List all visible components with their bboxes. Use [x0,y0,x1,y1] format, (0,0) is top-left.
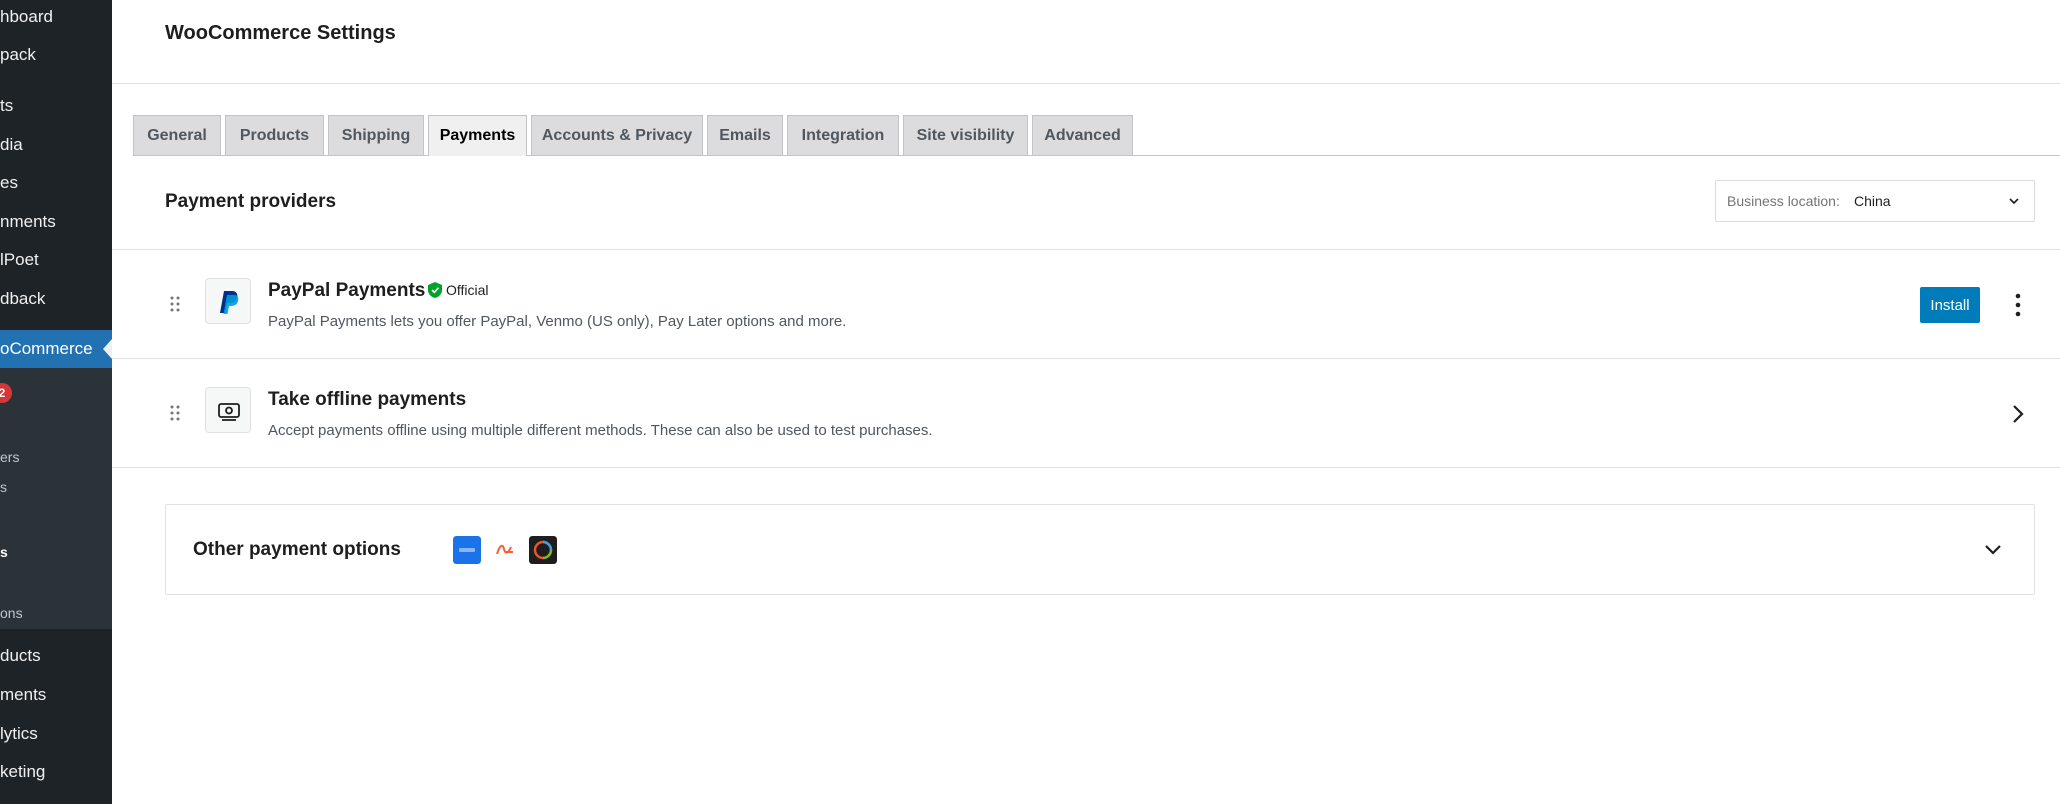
payment-provider-logo-ring-icon [529,536,557,564]
tab-payments[interactable]: Payments [428,115,527,156]
submenu-background [0,367,112,629]
offline-payments-logo [205,387,251,433]
payment-provider-logo-orange-icon [491,536,519,564]
settings-tabs: General Products Shipping Payments Accou… [133,115,2060,156]
sidebar-item-analytics[interactable]: lytics [0,723,112,745]
tab-accounts-privacy[interactable]: Accounts & Privacy [531,115,703,155]
tab-integration[interactable]: Integration [787,115,899,155]
business-location-select[interactable]: Business location: China [1715,180,2035,222]
more-options-icon[interactable] [2010,291,2026,319]
chevron-down-icon [2009,198,2019,205]
tab-site-visibility[interactable]: Site visibility [903,115,1028,155]
drag-handle-icon[interactable] [169,404,181,422]
tab-emails[interactable]: Emails [707,115,783,155]
tab-general[interactable]: General [133,115,221,155]
sidebar-item-feedback[interactable]: dback [0,288,112,310]
tab-products[interactable]: Products [225,115,324,155]
sidebar-item-comments[interactable]: nments [0,211,112,233]
paypal-provider-row: PayPal Payments Official PayPal Payments… [112,251,2060,359]
other-payment-options-title: Other payment options [193,539,401,560]
offline-payments-row[interactable]: Take offline payments Accept payments of… [112,360,2060,468]
sidebar-item-pages[interactable]: es [0,172,112,194]
other-payment-options[interactable]: Other payment options [165,504,2035,595]
offline-payments-description: Accept payments offline using multiple d… [268,422,933,439]
page-header: WooCommerce Settings [112,0,2060,84]
chevron-down-icon[interactable] [1982,539,2004,561]
business-location-label: Business location: [1727,193,1840,209]
cash-icon [218,403,240,421]
sidebar-item-jetpack[interactable]: pack [0,44,112,66]
official-badge-label: Official [446,282,489,298]
payment-provider-logo-blue-icon [453,536,481,564]
admin-sidebar: hboard pack ts dia es nments lPoet dback… [0,0,112,804]
sidebar-item-marketing[interactable]: keting [0,761,112,783]
sidebar-subitem-extensions[interactable]: ons [0,602,112,624]
drag-handle-icon[interactable] [169,295,181,313]
page-title: WooCommerce Settings [165,22,396,44]
sidebar-item-payments[interactable]: ments [0,684,112,706]
shield-check-icon [428,282,442,298]
sidebar-subitem-settings[interactable]: s [0,541,112,563]
business-location-value: China [1854,193,1891,209]
paypal-title: PayPal Payments [268,280,426,301]
sidebar-item-media[interactable]: dia [0,134,112,156]
payment-providers-title: Payment providers [165,191,337,212]
sidebar-item-posts[interactable]: ts [0,95,112,117]
sidebar-subitem-orders[interactable]: ers [0,446,112,468]
paypal-icon [220,291,239,314]
sidebar-item-products[interactable]: ducts [0,645,112,667]
sidebar-subitem-customers[interactable]: s [0,476,112,498]
sidebar-item-woocommerce[interactable]: oCommerce [0,330,112,368]
paypal-logo [205,278,251,324]
tab-shipping[interactable]: Shipping [328,115,424,155]
official-badge: Official [428,282,489,298]
sidebar-item-mailpoet[interactable]: lPoet [0,249,112,271]
sidebar-item-dashboard[interactable]: hboard [0,6,112,28]
install-button[interactable]: Install [1920,287,1980,323]
tab-advanced[interactable]: Advanced [1032,115,1133,155]
chevron-right-icon[interactable] [2008,402,2028,426]
paypal-description: PayPal Payments lets you offer PayPal, V… [268,313,847,330]
payment-providers-header: Payment providers Business location: Chi… [112,157,2060,250]
offline-payments-title: Take offline payments [268,389,467,410]
main-content: WooCommerce Settings General Products Sh… [112,0,2060,804]
